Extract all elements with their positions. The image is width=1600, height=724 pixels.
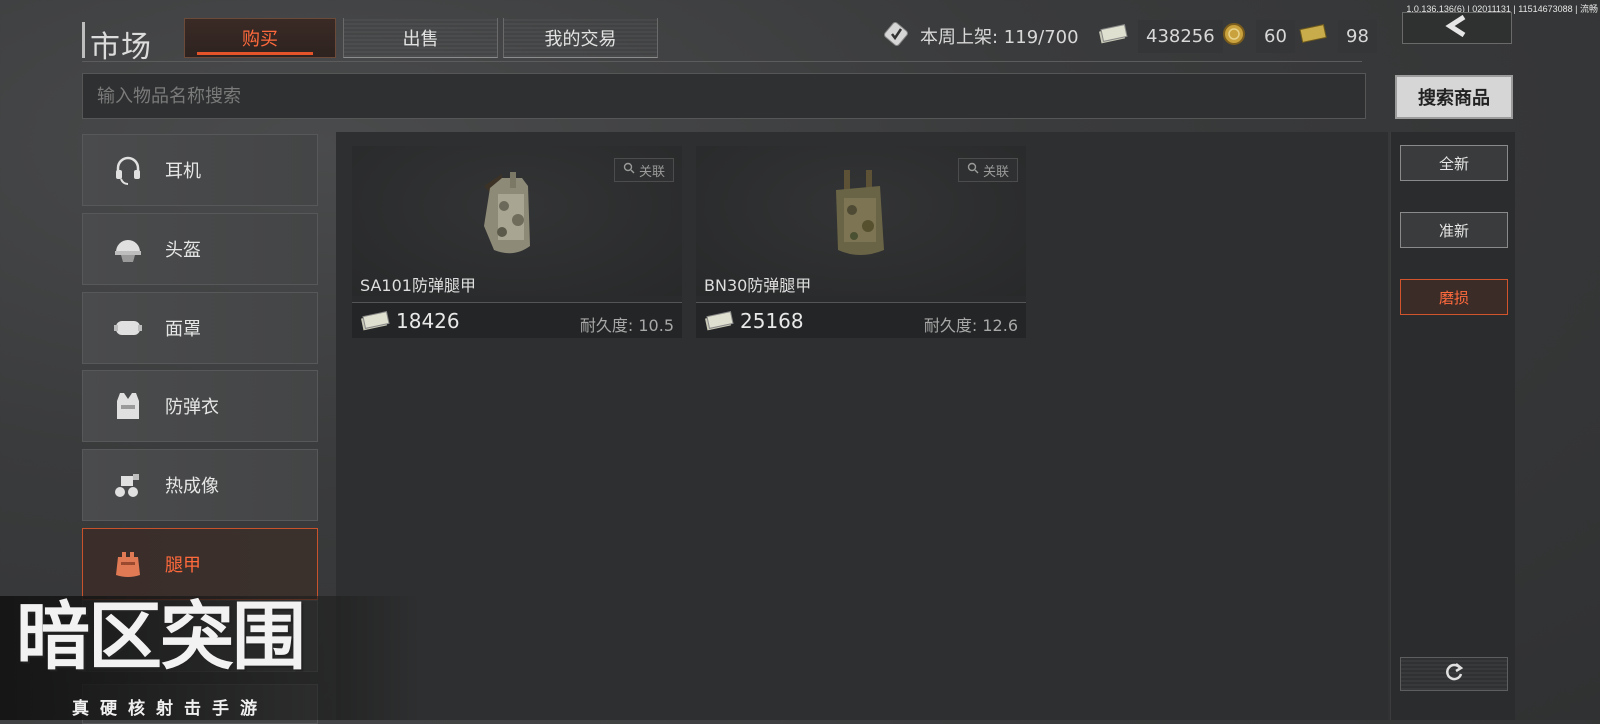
associate-label: 关联 <box>638 164 665 180</box>
filter-like-new[interactable]: 准新 <box>1400 212 1508 248</box>
page-title: 市场 <box>90 30 152 65</box>
thermal-icon <box>109 466 147 504</box>
item-durability: 耐久度: 12.6 <box>923 316 1018 335</box>
category-leg-armor[interactable]: 腿甲 <box>82 528 318 600</box>
helmet-icon <box>109 230 147 268</box>
item-price: 18426 <box>396 309 460 333</box>
associate-label: 关联 <box>982 164 1009 180</box>
tab-sell-label: 出售 <box>402 28 439 50</box>
search-icon <box>967 162 979 178</box>
cash-stack-icon <box>1098 23 1128 50</box>
associate-button[interactable]: 关联 <box>957 158 1018 182</box>
search-input[interactable] <box>82 73 1366 119</box>
card-footer: 18426 耐久度: 10.5 <box>352 303 682 338</box>
category-label: 热成像 <box>165 476 219 497</box>
category-vest[interactable]: 防弹衣 <box>82 370 318 442</box>
mask-icon <box>109 309 147 347</box>
category-label: 腿甲 <box>165 555 201 576</box>
search-button[interactable]: 搜索商品 <box>1395 75 1513 119</box>
game-logo-title: 暗区突围 <box>16 594 306 680</box>
category-headset[interactable]: 耳机 <box>82 134 318 206</box>
tab-my-trades[interactable]: 我的交易 <box>503 18 658 58</box>
item-name: SA101防弹腿甲 <box>360 276 476 295</box>
tab-buy-label: 购买 <box>242 29 278 50</box>
filter-like-new-label: 准新 <box>1438 221 1469 240</box>
header-divider <box>82 61 1362 62</box>
search-button-label: 搜索商品 <box>1418 88 1490 109</box>
game-logo-subtitle: 真硬核射击手游 <box>72 699 268 719</box>
cash-value: 438256 <box>1138 19 1223 53</box>
bills-value: 98 <box>1338 19 1377 53</box>
filter-new-label: 全新 <box>1438 154 1469 173</box>
coin-value: 60 <box>1256 19 1295 53</box>
vest-icon <box>109 387 147 425</box>
item-durability: 耐久度: 10.5 <box>579 316 674 335</box>
category-label: 头盔 <box>165 240 201 261</box>
category-label: 面罩 <box>165 319 201 340</box>
refresh-icon <box>1443 661 1465 687</box>
tab-buy[interactable]: 购买 <box>184 18 336 58</box>
bills-stat: 98 <box>1298 18 1377 54</box>
category-helmet[interactable]: 头盔 <box>82 213 318 285</box>
filter-worn-label: 磨损 <box>1438 288 1469 307</box>
category-label: 防弹衣 <box>165 397 219 418</box>
headset-icon <box>109 151 147 189</box>
item-card[interactable]: 关联 SA101防弹腿甲 18426 耐久度: 10.5 <box>352 146 682 338</box>
title-accent-bar <box>82 22 85 58</box>
filter-new[interactable]: 全新 <box>1400 145 1508 181</box>
leg-armor-icon <box>109 545 147 583</box>
gold-coin-icon <box>1222 22 1246 51</box>
cash-stat: 438256 <box>1098 18 1223 54</box>
category-mask[interactable]: 面罩 <box>82 292 318 364</box>
card-footer: 25168 耐久度: 12.6 <box>696 303 1026 338</box>
weekly-listing-label: 本周上架: 119/700 <box>920 27 1079 48</box>
tab-my-trades-label: 我的交易 <box>544 28 617 50</box>
chevron-left-icon <box>1444 14 1470 41</box>
coin-stat: 60 <box>1222 18 1295 54</box>
gold-bill-icon <box>1298 23 1328 50</box>
tag-icon <box>882 20 910 53</box>
cash-stack-icon <box>704 310 734 336</box>
refresh-button[interactable] <box>1400 657 1508 691</box>
tab-sell[interactable]: 出售 <box>343 18 498 58</box>
associate-button[interactable]: 关联 <box>613 158 674 182</box>
item-name: BN30防弹腿甲 <box>704 276 812 295</box>
category-thermal[interactable]: 热成像 <box>82 449 318 521</box>
search-icon <box>623 162 635 178</box>
filter-worn[interactable]: 磨损 <box>1400 279 1508 315</box>
item-price: 25168 <box>740 309 804 333</box>
back-button[interactable] <box>1402 12 1512 44</box>
weekly-listing-stat: 本周上架: 119/700 <box>882 18 1079 54</box>
cash-stack-icon <box>360 310 390 336</box>
item-card[interactable]: 关联 BN30防弹腿甲 25168 耐久度: 12.6 <box>696 146 1026 338</box>
category-label: 耳机 <box>165 161 201 182</box>
